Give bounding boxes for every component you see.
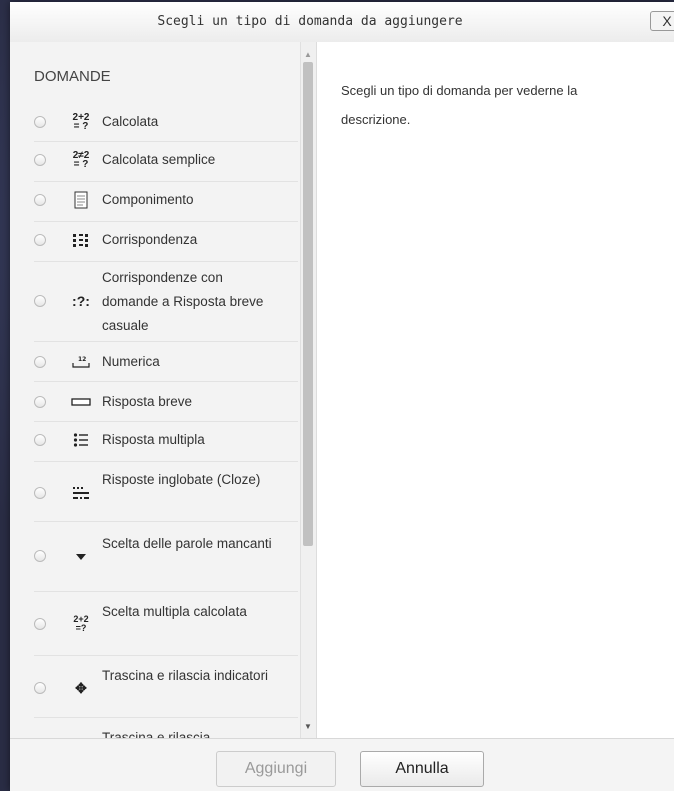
option-label: Calcolata: [102, 114, 159, 129]
option-trascina-indicatori[interactable]: ✥ Trascina e rilascia indicatori: [34, 656, 298, 718]
close-button[interactable]: X: [650, 11, 674, 31]
option-calcolata[interactable]: 2+2 = ? Calcolata: [34, 102, 298, 142]
option-label: Componimento: [102, 192, 194, 207]
option-scelta-multipla-calcolata[interactable]: 2+2 =? Scelta multipla calcolata: [34, 592, 298, 656]
select-missing-words-icon: [68, 546, 94, 566]
option-label: Trascina e rilascia: [102, 730, 211, 738]
radio-button[interactable]: [34, 154, 46, 166]
option-corrispondenze-casuale[interactable]: :?: Corrispondenze con domande a Rispost…: [34, 262, 298, 342]
cancel-button[interactable]: Annulla: [360, 751, 484, 787]
short-answer-icon: [68, 392, 94, 412]
scrollbar-thumb[interactable]: [303, 62, 313, 546]
calculated-multichoice-icon: 2+2 =?: [73, 614, 89, 633]
option-label: Scelta multipla calcolata: [102, 604, 247, 619]
option-componimento[interactable]: Componimento: [34, 182, 298, 222]
choose-question-type-dialog: Scegli un tipo di domanda da aggiungere …: [10, 2, 674, 791]
radio-button[interactable]: [34, 234, 46, 246]
option-risposta-multipla[interactable]: Risposta multipla: [34, 422, 298, 462]
option-label: Risposta breve: [102, 394, 193, 409]
option-label: Trascina e rilascia indicatori: [102, 668, 269, 683]
radio-button[interactable]: [34, 194, 46, 206]
calculated-icon: 2+2 = ?: [72, 112, 90, 132]
option-label: Calcolata semplice: [102, 152, 216, 167]
option-calcolata-semplice[interactable]: 2≠2 = ? Calcolata semplice: [34, 142, 298, 182]
radio-button[interactable]: [34, 116, 46, 128]
radio-button[interactable]: [34, 295, 46, 307]
embedded-answers-icon: [68, 483, 94, 503]
option-label: Numerica: [102, 354, 160, 369]
description-text: Scegli un tipo di domanda per vederne la…: [341, 83, 578, 127]
drag-drop-markers-icon: ✥: [75, 679, 87, 696]
svg-text:12: 12: [78, 356, 86, 363]
option-label: Risposte inglobate (Cloze): [102, 472, 261, 487]
random-short-answer-matching-icon: :?:: [72, 292, 90, 309]
option-risposta-breve[interactable]: Risposta breve: [34, 382, 298, 422]
option-label: Scelta delle parole mancanti: [102, 536, 272, 551]
radio-button[interactable]: [34, 618, 46, 630]
radio-button[interactable]: [34, 487, 46, 499]
section-header: DOMANDE: [34, 68, 111, 85]
radio-button[interactable]: [34, 682, 46, 694]
option-cloze[interactable]: Risposte inglobate (Cloze): [34, 462, 298, 522]
dialog-footer: Aggiungi Annulla: [10, 738, 674, 791]
option-label: Corrispondenze con domande a Risposta br…: [102, 270, 264, 333]
radio-button[interactable]: [34, 396, 46, 408]
option-parole-mancanti[interactable]: Scelta delle parole mancanti: [34, 522, 298, 592]
option-label: Corrispondenza: [102, 232, 198, 247]
question-description-panel: Scegli un tipo di domanda per vederne la…: [316, 42, 674, 738]
option-numerica[interactable]: 12 Numerica: [34, 342, 298, 382]
add-button[interactable]: Aggiungi: [216, 751, 336, 787]
option-corrispondenza[interactable]: Corrispondenza: [34, 222, 298, 262]
radio-button[interactable]: [34, 550, 46, 562]
scroll-up-arrow-icon[interactable]: ▲: [304, 50, 312, 59]
option-trascina-rilascia[interactable]: Trascina e rilascia: [34, 718, 298, 738]
calculated-simple-icon: 2≠2 = ?: [72, 150, 90, 170]
matching-icon: [68, 230, 94, 250]
radio-button[interactable]: [34, 356, 46, 368]
dialog-title: Scegli un tipo di domanda da aggiungere: [157, 14, 463, 29]
numerical-icon: 12: [68, 352, 94, 372]
multiple-choice-icon: [68, 430, 94, 450]
option-label: Risposta multipla: [102, 432, 205, 447]
essay-icon: [68, 190, 94, 210]
options-scrollbar[interactable]: ▲ ▼: [300, 42, 316, 738]
question-type-list: DOMANDE 2+2 = ? Calcolata 2≠2 = ? Calcolat…: [10, 42, 300, 738]
scroll-down-arrow-icon[interactable]: ▼: [304, 722, 312, 731]
dialog-titlebar: Scegli un tipo di domanda da aggiungere …: [10, 2, 674, 43]
radio-button[interactable]: [34, 434, 46, 446]
